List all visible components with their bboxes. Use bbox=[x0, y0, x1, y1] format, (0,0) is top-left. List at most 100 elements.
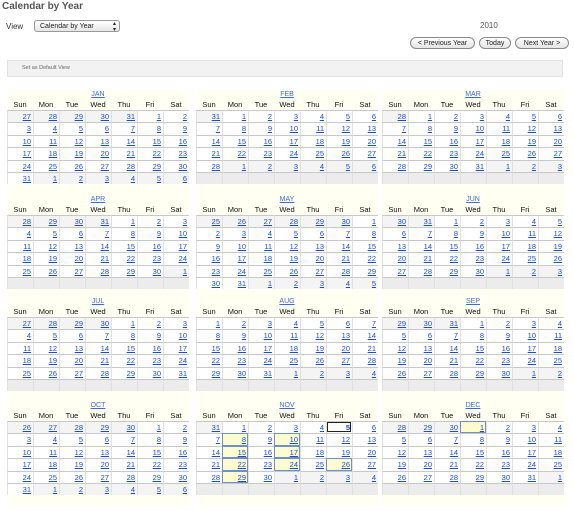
day-cell[interactable]: 11 bbox=[7, 341, 33, 355]
day-cell[interactable]: 14 bbox=[196, 445, 222, 459]
day-cell[interactable]: 31 bbox=[111, 110, 137, 123]
day-cell[interactable]: 5 bbox=[33, 227, 59, 240]
day-cell[interactable]: 4 bbox=[326, 276, 352, 290]
day-cell[interactable]: 21 bbox=[111, 147, 137, 160]
day-cell[interactable]: 22 bbox=[111, 252, 137, 265]
day-cell[interactable]: 5 bbox=[382, 433, 408, 446]
day-cell[interactable]: 22 bbox=[352, 252, 378, 265]
day-cell[interactable]: 22 bbox=[460, 458, 486, 471]
day-cell[interactable]: 15 bbox=[352, 239, 378, 253]
day-cell[interactable]: 3 bbox=[7, 122, 33, 135]
day-cell[interactable]: 31 bbox=[460, 159, 486, 172]
day-cell[interactable]: 1 bbox=[33, 171, 59, 185]
day-cell[interactable]: 25 bbox=[274, 354, 300, 367]
day-cell[interactable]: 5 bbox=[512, 110, 538, 123]
day-cell[interactable]: 17 bbox=[512, 445, 538, 459]
day-cell[interactable]: 28 bbox=[196, 159, 222, 172]
day-cell[interactable]: 9 bbox=[137, 227, 163, 240]
day-cell[interactable]: 1 bbox=[163, 264, 189, 277]
day-cell[interactable]: 28 bbox=[408, 264, 434, 277]
day-cell[interactable]: 31 bbox=[196, 421, 222, 434]
day-cell[interactable]: 19 bbox=[538, 239, 564, 253]
day-cell[interactable]: 13 bbox=[352, 122, 378, 135]
day-cell[interactable]: 31 bbox=[512, 470, 538, 483]
day-cell[interactable]: 2 bbox=[137, 317, 163, 330]
day-cell[interactable]: 3 bbox=[538, 264, 564, 277]
day-cell[interactable]: 4 bbox=[248, 227, 274, 240]
day-cell[interactable]: 4 bbox=[352, 366, 378, 379]
day-cell[interactable]: 24 bbox=[7, 470, 33, 483]
day-cell[interactable]: 12 bbox=[33, 341, 59, 355]
day-cell[interactable]: 19 bbox=[33, 354, 59, 367]
day-cell[interactable]: 10 bbox=[222, 239, 248, 253]
day-cell[interactable]: 27 bbox=[33, 421, 59, 434]
day-cell[interactable]: 26 bbox=[300, 354, 326, 367]
day-cell[interactable]: 14 bbox=[408, 239, 434, 253]
day-cell[interactable]: 6 bbox=[408, 433, 434, 446]
day-cell[interactable]: 15 bbox=[137, 134, 163, 148]
day-cell[interactable]: 10 bbox=[7, 445, 33, 459]
day-cell[interactable]: 3 bbox=[460, 110, 486, 123]
day-cell[interactable]: 15 bbox=[111, 239, 137, 253]
day-cell[interactable]: 15 bbox=[137, 445, 163, 459]
day-cell[interactable]: 10 bbox=[163, 227, 189, 240]
day-cell[interactable]: 12 bbox=[274, 239, 300, 253]
day-cell[interactable]: 7 bbox=[111, 433, 137, 446]
day-cell[interactable]: 5 bbox=[59, 122, 85, 135]
day-cell[interactable]: 28 bbox=[382, 421, 408, 434]
day-cell[interactable]: 2 bbox=[196, 227, 222, 240]
day-cell[interactable]: 23 bbox=[486, 354, 512, 367]
day-cell[interactable]: 17 bbox=[274, 134, 300, 148]
day-cell[interactable]: 11 bbox=[300, 122, 326, 135]
day-cell[interactable]: 1 bbox=[274, 366, 300, 379]
day-cell[interactable]: 18 bbox=[248, 252, 274, 265]
day-cell[interactable]: 27 bbox=[7, 110, 33, 123]
day-cell[interactable]: 28 bbox=[7, 215, 33, 228]
day-cell[interactable]: 15 bbox=[222, 445, 248, 459]
day-cell[interactable]: 28 bbox=[33, 110, 59, 123]
day-cell[interactable]: 30 bbox=[111, 421, 137, 434]
day-cell[interactable]: 19 bbox=[59, 147, 85, 160]
day-cell[interactable]: 18 bbox=[300, 445, 326, 459]
day-cell[interactable]: 30 bbox=[59, 215, 85, 228]
day-cell[interactable]: 24 bbox=[274, 147, 300, 160]
day-cell[interactable]: 26 bbox=[59, 470, 85, 483]
day-cell[interactable]: 27 bbox=[85, 159, 111, 172]
day-cell[interactable]: 21 bbox=[352, 341, 378, 355]
day-cell[interactable]: 13 bbox=[408, 445, 434, 459]
day-cell[interactable]: 4 bbox=[274, 317, 300, 330]
day-cell[interactable]: 5 bbox=[326, 421, 352, 434]
day-cell[interactable]: 30 bbox=[382, 215, 408, 228]
day-cell[interactable]: 2 bbox=[274, 276, 300, 290]
day-cell[interactable]: 16 bbox=[434, 134, 460, 148]
day-cell[interactable]: 1 bbox=[111, 317, 137, 330]
day-cell[interactable]: 26 bbox=[59, 159, 85, 172]
day-cell[interactable]: 2 bbox=[248, 110, 274, 123]
day-cell[interactable]: 1 bbox=[33, 482, 59, 496]
day-cell[interactable]: 29 bbox=[137, 470, 163, 483]
day-cell[interactable]: 27 bbox=[59, 264, 85, 277]
day-cell[interactable]: 25 bbox=[512, 252, 538, 265]
day-cell[interactable]: 1 bbox=[486, 264, 512, 277]
day-cell[interactable]: 4 bbox=[538, 421, 564, 434]
day-cell[interactable]: 24 bbox=[274, 458, 300, 471]
day-cell[interactable]: 11 bbox=[538, 433, 564, 446]
day-cell[interactable]: 3 bbox=[538, 159, 564, 172]
day-cell[interactable]: 1 bbox=[274, 470, 300, 483]
day-cell[interactable]: 3 bbox=[274, 421, 300, 434]
day-cell[interactable]: 25 bbox=[7, 366, 33, 379]
day-cell[interactable]: 11 bbox=[486, 122, 512, 135]
day-cell[interactable]: 28 bbox=[434, 470, 460, 483]
day-cell[interactable]: 21 bbox=[85, 354, 111, 367]
day-cell[interactable]: 2 bbox=[486, 317, 512, 330]
day-cell[interactable]: 29 bbox=[382, 317, 408, 330]
day-cell[interactable]: 21 bbox=[111, 458, 137, 471]
day-cell[interactable]: 27 bbox=[352, 147, 378, 160]
day-cell[interactable]: 17 bbox=[460, 134, 486, 148]
day-cell[interactable]: 9 bbox=[222, 329, 248, 342]
day-cell[interactable]: 1 bbox=[111, 215, 137, 228]
day-cell[interactable]: 17 bbox=[7, 147, 33, 160]
day-cell[interactable]: 2 bbox=[512, 159, 538, 172]
day-cell[interactable]: 30 bbox=[486, 470, 512, 483]
day-cell[interactable]: 11 bbox=[512, 227, 538, 240]
